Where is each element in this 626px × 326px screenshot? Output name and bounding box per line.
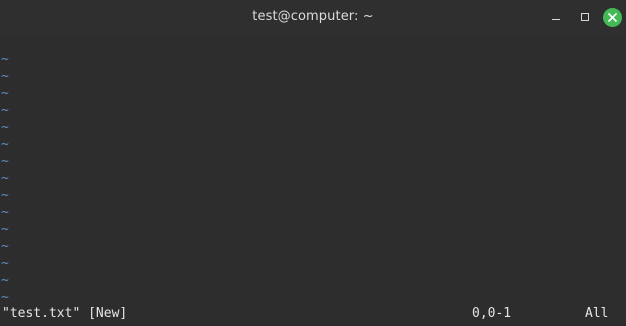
window-title: test@computer: ~ [252,9,374,24]
empty-lines: ~ ~ ~ ~ ~ ~ ~ ~ ~ ~ ~ ~ ~ ~ ~ [1,51,21,306]
empty-line-tilde: ~ [1,52,9,67]
empty-line-tilde: ~ [1,86,9,101]
empty-line-tilde: ~ [1,154,9,169]
vim-status-line: "test.txt" [New] 0,0-1 All [0,305,626,323]
window-titlebar[interactable]: test@computer: ~ [0,0,626,34]
empty-line-tilde: ~ [1,188,9,203]
empty-line-tilde: ~ [1,69,9,84]
close-button[interactable] [603,8,622,27]
terminal-window: test@computer: ~ ~ ~ ~ ~ ~ ~ ~ ~ ~ ~ ~ ~ [0,0,626,326]
empty-line-tilde: ~ [1,137,9,152]
empty-line-tilde: ~ [1,103,9,118]
empty-line-tilde: ~ [1,239,9,254]
empty-line-tilde: ~ [1,205,9,220]
terminal-area[interactable]: ~ ~ ~ ~ ~ ~ ~ ~ ~ ~ ~ ~ ~ ~ ~ "test.txt"… [0,34,626,326]
maximize-button[interactable] [576,8,594,26]
empty-line-tilde: ~ [1,290,9,305]
empty-line-tilde: ~ [1,256,9,271]
empty-line-tilde: ~ [1,222,9,237]
empty-line-tilde: ~ [1,273,9,288]
empty-line-tilde: ~ [1,120,9,135]
scroll-indicator: All [585,306,609,321]
close-icon [608,13,617,22]
file-status: "test.txt" [New] [2,306,128,321]
empty-line-tilde: ~ [1,171,9,186]
cursor-position: 0,0-1 [472,306,512,321]
minimize-button[interactable] [547,8,565,26]
